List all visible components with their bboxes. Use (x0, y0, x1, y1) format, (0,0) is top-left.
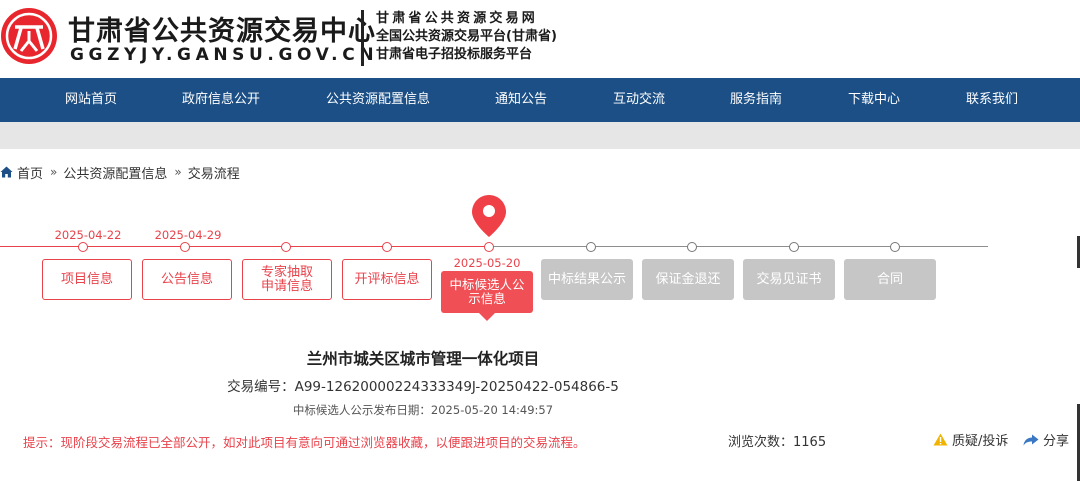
share-link[interactable]: 分享 (1023, 430, 1069, 449)
question-complaint-link[interactable]: 质疑/投诉 (933, 430, 1008, 449)
header-platform-names: 甘肃省公共资源交易网 全国公共资源交易平台(甘肃省) 甘肃省电子招投标服务平台 (376, 10, 557, 64)
step-deposit-refund[interactable]: 保证金退还 (642, 259, 734, 300)
timeline-node-current (484, 242, 494, 252)
timeline-node (586, 242, 596, 252)
header-line: 全国公共资源交易平台(甘肃省) (376, 29, 557, 44)
breadcrumb: 首页 » 公共资源配置信息 » 交易流程 (0, 163, 240, 182)
header-line: 甘肃省电子招投标服务平台 (376, 47, 533, 62)
nav-item-contact[interactable]: 联系我们 (966, 78, 1018, 122)
notice-text: 提示：现阶段交易流程已全部公开，如对此项目有意向可通过浏览器收藏，以便跟进项目的… (23, 435, 586, 450)
step-announcement[interactable]: 公告信息 (142, 259, 232, 300)
timeline-line-done (0, 246, 485, 247)
warning-icon (933, 433, 948, 446)
publish-date-label: 中标候选人公示发布日期： (292, 403, 431, 417)
timeline-node (78, 242, 88, 252)
nav-item-guide[interactable]: 服务指南 (730, 78, 782, 122)
gansu-emblem-icon[interactable] (0, 7, 58, 65)
publish-date-value: 2025-05-20 14:49:57 (430, 403, 554, 417)
sub-bar (0, 122, 1080, 149)
timeline-line-pending (493, 246, 988, 247)
publish-date: 中标候选人公示发布日期：2025-05-20 14:49:57 (0, 402, 846, 418)
step-date: 2025-04-29 (154, 228, 222, 242)
step-project-info[interactable]: 项目信息 (42, 259, 132, 300)
header-divider (361, 10, 364, 66)
nav-item-home[interactable]: 网站首页 (65, 78, 117, 122)
nav-item-downloads[interactable]: 下载中心 (848, 78, 900, 122)
step-contract[interactable]: 合同 (844, 259, 936, 300)
share-arrow-icon (1023, 434, 1039, 445)
project-title: 兰州市城关区城市管理一体化项目 (306, 350, 540, 368)
step-certificate[interactable]: 交易见证书 (743, 259, 835, 300)
view-count: 浏览次数：1165 (728, 431, 826, 450)
project-number-value: A99-12620000224333349J-20250422-054866-5 (294, 379, 619, 395)
header-line: 甘肃省公共资源交易网 (376, 11, 539, 26)
timeline-node (687, 242, 697, 252)
nav-item-notices[interactable]: 通知公告 (495, 78, 547, 122)
project-number: 交易编号：A99-12620000224333349J-20250422-054… (0, 375, 846, 395)
project-number-label: 交易编号： (227, 379, 295, 395)
step-bid-opening[interactable]: 开评标信息 (342, 259, 432, 300)
step-candidate-publicity[interactable]: 中标候选人公示信息 (441, 271, 533, 321)
nav-item-interaction[interactable]: 互动交流 (613, 78, 665, 122)
transaction-timeline: 2025-04-22 2025-04-29 2025-05-20 项目信息 公告… (0, 190, 1080, 330)
breadcrumb-resource-info[interactable]: 公共资源配置信息 (63, 163, 167, 182)
breadcrumb-home[interactable]: 首页 (17, 163, 43, 182)
double-chevron-icon: » (174, 165, 182, 179)
step-date-current: 2025-05-20 (453, 256, 521, 270)
view-count-label: 浏览次数： (728, 435, 794, 450)
timeline-node (180, 242, 190, 252)
site-title[interactable]: 甘肃省公共资源交易中心 (68, 9, 376, 48)
map-pin-icon (472, 195, 506, 237)
timeline-node (382, 242, 392, 252)
view-count-value: 1165 (793, 435, 827, 450)
step-result-publicity[interactable]: 中标结果公示 (541, 259, 633, 300)
nav-item-resource-info[interactable]: 公共资源配置信息 (326, 78, 430, 122)
site-header: 甘肃省公共资源交易中心 GGZYJY.GANSU.GOV.CN 甘肃省公共资源交… (0, 0, 1080, 78)
step-date: 2025-04-22 (54, 228, 122, 242)
breadcrumb-current: 交易流程 (187, 166, 240, 182)
share-label: 分享 (1043, 434, 1070, 449)
double-chevron-icon: » (50, 165, 58, 179)
question-label: 质疑/投诉 (952, 434, 1009, 449)
step-expert-selection[interactable]: 专家抽取申请信息 (242, 259, 332, 300)
timeline-node (281, 242, 291, 252)
main-nav: 网站首页 政府信息公开 公共资源配置信息 通知公告 互动交流 服务指南 下载中心… (0, 78, 1080, 122)
timeline-node (789, 242, 799, 252)
home-icon[interactable] (0, 166, 13, 178)
timeline-node (890, 242, 900, 252)
nav-item-gov-info[interactable]: 政府信息公开 (182, 78, 260, 122)
site-domain: GGZYJY.GANSU.GOV.CN (70, 45, 379, 65)
